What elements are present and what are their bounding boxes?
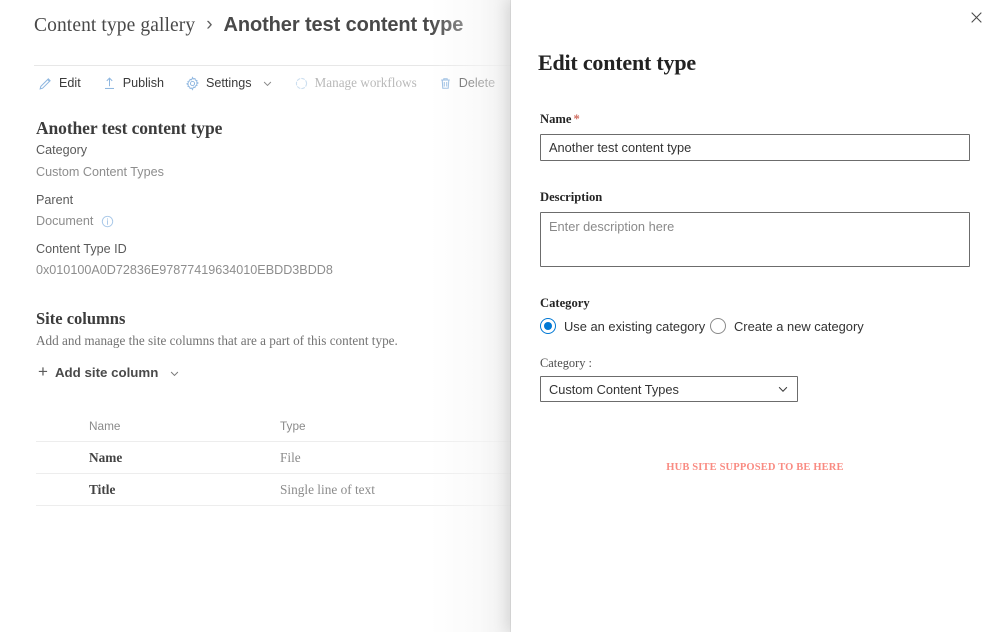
radio-unselected-icon	[710, 318, 726, 334]
category-section-label: Category	[540, 296, 970, 311]
manage-workflows-button[interactable]: Manage workflows	[292, 73, 427, 93]
radio-use-existing-category[interactable]: Use an existing category	[540, 318, 710, 334]
category-select-label: Category :	[540, 356, 970, 371]
description-placeholder: Enter description here	[549, 219, 674, 234]
manage-workflows-label: Manage workflows	[315, 75, 417, 91]
name-input-value: Another test content type	[549, 140, 691, 155]
gear-icon	[185, 76, 200, 91]
add-site-column-label: Add site column	[55, 365, 158, 380]
cell-type: Single line of text	[280, 482, 520, 498]
plus-icon: +	[38, 363, 48, 380]
parent-value-row: Document	[36, 214, 114, 228]
radio-selected-icon	[540, 318, 556, 334]
workflow-icon	[294, 76, 309, 91]
site-columns-title: Site columns	[36, 309, 125, 329]
content-type-id-value: 0x010100A0D72836E97877419634010EBDD3BDD8	[36, 263, 333, 277]
edit-content-type-form: Name* Another test content type Descript…	[540, 112, 970, 402]
upload-icon	[102, 76, 117, 91]
chevron-down-icon	[169, 367, 180, 378]
pencil-icon	[38, 76, 53, 91]
edit-label: Edit	[59, 76, 81, 90]
breadcrumb-separator-icon: ›	[206, 14, 212, 36]
site-columns-description: Add and manage the site columns that are…	[36, 333, 398, 349]
category-value: Custom Content Types	[36, 165, 164, 179]
command-bar: Edit Publish	[36, 73, 514, 93]
publish-label: Publish	[123, 76, 164, 90]
content-type-title: Another test content type	[36, 118, 222, 139]
column-header-name[interactable]: Name	[36, 419, 280, 433]
chevron-down-icon	[777, 383, 789, 395]
radio-create-new-label: Create a new category	[734, 319, 864, 334]
publish-button[interactable]: Publish	[100, 74, 174, 93]
cell-name: Title	[36, 482, 280, 498]
breadcrumb-current: Another test content type	[224, 14, 464, 37]
header-divider	[34, 65, 511, 66]
column-header-type[interactable]: Type	[280, 419, 520, 433]
breadcrumb-link-gallery[interactable]: Content type gallery	[34, 15, 195, 37]
app-root: Content type gallery › Another test cont…	[0, 0, 999, 632]
name-field-label: Name*	[540, 112, 970, 127]
chevron-down-icon	[262, 78, 273, 89]
category-mode-radio-group: Use an existing category Create a new ca…	[540, 318, 970, 334]
edit-button[interactable]: Edit	[36, 74, 91, 93]
trash-icon	[438, 76, 453, 91]
content-type-id-label: Content Type ID	[36, 242, 127, 256]
hub-site-placeholder-note: HUB SITE SUPPOSED TO BE HERE	[511, 462, 999, 473]
category-select-value: Custom Content Types	[549, 382, 679, 397]
parent-value: Document	[36, 214, 93, 228]
required-asterisk: *	[573, 112, 579, 126]
radio-use-existing-label: Use an existing category	[564, 319, 705, 334]
edit-content-type-panel: Edit content type Name* Another test con…	[511, 0, 999, 632]
category-label: Category	[36, 143, 87, 157]
parent-label: Parent	[36, 193, 73, 207]
delete-button[interactable]: Delete	[436, 74, 505, 93]
cell-type: File	[280, 450, 520, 466]
radio-create-new-category[interactable]: Create a new category	[710, 318, 864, 334]
name-input[interactable]: Another test content type	[540, 134, 970, 161]
close-button[interactable]	[960, 5, 992, 35]
name-label-text: Name	[540, 112, 571, 126]
add-site-column-button[interactable]: + Add site column	[38, 364, 180, 381]
delete-label: Delete	[459, 76, 495, 90]
breadcrumb: Content type gallery › Another test cont…	[34, 14, 463, 37]
description-field-label: Description	[540, 190, 970, 205]
panel-title: Edit content type	[538, 50, 696, 76]
settings-label: Settings	[206, 76, 252, 90]
category-select[interactable]: Custom Content Types	[540, 376, 798, 402]
page-dim-overlay	[430, 0, 511, 632]
close-icon	[970, 11, 983, 29]
description-input[interactable]: Enter description here	[540, 212, 970, 267]
cell-name: Name	[36, 450, 280, 466]
info-icon[interactable]	[101, 215, 114, 228]
settings-button[interactable]: Settings	[183, 74, 283, 93]
